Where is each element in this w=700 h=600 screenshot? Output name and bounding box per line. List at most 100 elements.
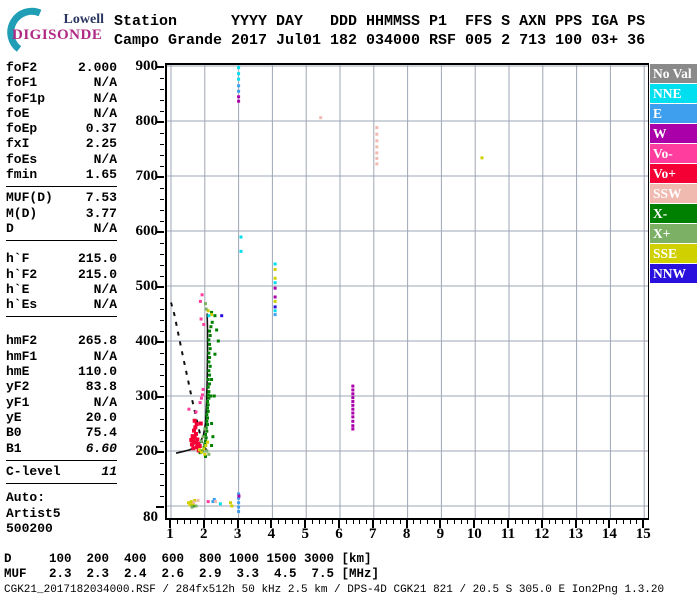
param-label: yF1 — [6, 394, 30, 410]
x-minor-tick — [399, 520, 401, 524]
echo-series-w — [237, 95, 355, 498]
logo-digisonde-text: DIGISONDE — [12, 27, 103, 43]
param-label: h`F — [6, 251, 30, 267]
param-label: D — [6, 220, 14, 236]
y-tick-label: 400 — [135, 333, 159, 349]
param-row-ye: yE 20.0 — [6, 410, 117, 425]
param-value: 83.8 — [85, 379, 117, 395]
panel-separator — [6, 483, 117, 485]
param-value: N/A — [93, 75, 117, 91]
legend-item-nne: NNE — [650, 84, 697, 103]
param-row-mufd: MUF(D) 7.53 — [6, 190, 117, 205]
y-minor-tick — [160, 353, 164, 354]
x-minor-tick — [244, 520, 246, 524]
y-minor-tick — [160, 188, 164, 189]
x-minor-tick — [595, 520, 597, 524]
x-minor-tick — [257, 520, 259, 524]
panel-text-500200: 500200 — [6, 521, 53, 537]
param-row-foep: foEp 0.37 — [6, 121, 117, 136]
param-label: foF2 — [6, 60, 38, 75]
param-row-d: D N/A — [6, 221, 117, 236]
x-minor-tick — [636, 520, 638, 524]
x-minor-tick — [217, 520, 219, 524]
y-minor-tick — [160, 210, 164, 211]
x-tick-label: 15 — [635, 526, 651, 542]
x-minor-tick — [616, 520, 618, 524]
y-tick-label: 900 — [135, 58, 159, 74]
x-minor-tick — [555, 520, 557, 524]
x-tick-label: 8 — [402, 526, 411, 542]
x-minor-tick — [568, 520, 570, 524]
param-row-fof1: foF1 N/A — [6, 75, 117, 90]
legend-item-x-: X- — [650, 204, 697, 223]
param-row-md: M(D) 3.77 — [6, 206, 117, 221]
x-tick-label: 13 — [568, 526, 584, 542]
x-minor-tick — [420, 520, 422, 524]
x-minor-tick — [514, 520, 516, 524]
x-tick-label: 10 — [466, 526, 482, 542]
legend-item-ssw: SSW — [650, 184, 697, 203]
x-minor-tick — [535, 520, 537, 524]
param-value: N/A — [93, 348, 117, 364]
legend-item-w: W — [650, 124, 697, 143]
y-minor-tick — [160, 485, 164, 486]
x-minor-tick — [562, 520, 564, 524]
param-label: h`F2 — [6, 266, 38, 282]
param-value: N/A — [93, 220, 117, 236]
param-value: 110.0 — [77, 364, 117, 380]
y-minor-tick — [160, 155, 164, 156]
param-value: 2.25 — [85, 136, 117, 152]
param-label: M(D) — [6, 205, 38, 221]
y-minor-tick — [160, 441, 164, 442]
y-minor-tick — [160, 430, 164, 431]
x-minor-tick — [589, 520, 591, 524]
y-minor-tick — [160, 276, 164, 277]
param-value: 7.53 — [85, 190, 117, 206]
y-minor-tick — [160, 386, 164, 387]
x-minor-tick — [251, 520, 253, 524]
x-minor-tick — [264, 520, 266, 524]
param-row-foe: foE N/A — [6, 106, 117, 121]
y-minor-tick — [160, 166, 164, 167]
y-minor-tick — [160, 331, 164, 332]
y-minor-tick — [160, 298, 164, 299]
echo-series-e — [211, 84, 277, 513]
param-label: foEs — [6, 151, 38, 167]
x-minor-tick — [311, 520, 313, 524]
x-minor-tick — [386, 520, 388, 524]
y-minor-tick — [160, 243, 164, 244]
param-row-yf1: yF1 N/A — [6, 395, 117, 410]
param-label: fmin — [6, 167, 38, 183]
panel-group-5: Auto: Artist5 500200 — [6, 490, 117, 537]
param-label: hmE — [6, 364, 30, 380]
y-tick-label: 500 — [135, 278, 159, 294]
x-tick-label: 4 — [267, 526, 276, 542]
x-minor-tick — [230, 520, 232, 524]
x-tick-label: 2 — [200, 526, 208, 542]
legend-item-x+: X+ — [650, 224, 697, 243]
param-value: 1.65 — [85, 167, 117, 183]
lowell-digisonde-logo: Lowell DIGISONDE — [4, 4, 116, 52]
x-minor-tick — [460, 520, 462, 524]
param-label: B1 — [6, 440, 22, 456]
y-minor-tick — [160, 78, 164, 79]
x-minor-tick — [447, 520, 449, 524]
echo-series-sse — [187, 156, 484, 508]
ionogram-canvas — [167, 65, 648, 518]
y-minor-tick — [160, 100, 164, 101]
param-row-fmin: fmin 1.65 — [6, 167, 117, 182]
x-minor-tick — [521, 520, 523, 524]
x-minor-tick — [366, 520, 368, 524]
x-minor-tick — [467, 520, 469, 524]
x-minor-tick — [325, 520, 327, 524]
param-label: yF2 — [6, 379, 30, 395]
param-label: h`Es — [6, 297, 38, 313]
panel-text-auto: Auto: — [6, 490, 46, 506]
y-minor-tick — [160, 463, 164, 464]
param-value: 3.77 — [85, 205, 117, 221]
legend-item-vo+: Vo+ — [650, 164, 697, 183]
header-field-values: Campo Grande 2017 Jul01 182 034000 RSF 0… — [114, 32, 646, 49]
x-minor-tick — [318, 520, 320, 524]
y-tick-label: 80 — [143, 509, 158, 525]
x-tick-label: 1 — [166, 526, 174, 542]
